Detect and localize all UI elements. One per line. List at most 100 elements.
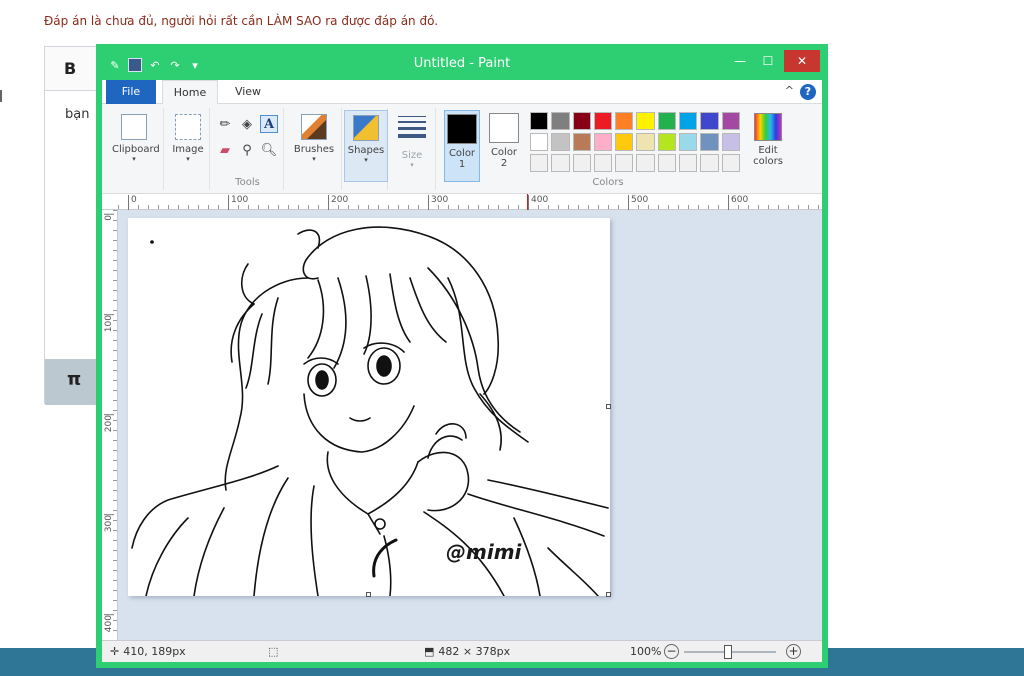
palette-swatch[interactable] xyxy=(700,154,719,172)
palette-swatch[interactable] xyxy=(572,154,591,172)
size-lines-icon xyxy=(398,116,426,142)
palette-swatch[interactable] xyxy=(636,133,655,151)
shapes-button[interactable]: Shapes ▾ xyxy=(344,110,388,182)
maximize-button[interactable]: ☐ xyxy=(754,50,782,72)
zoom-level: 100% xyxy=(630,645,662,658)
bold-button[interactable]: B xyxy=(64,59,76,78)
palette-swatch[interactable] xyxy=(593,112,613,130)
canvas-size-icon: ⬒ xyxy=(424,645,435,658)
ribbon: Clipboard ▾ Image ▾ ✏ ◈ A ▰ ⚲ 🔍︎ Tools B… xyxy=(102,104,822,194)
drawing-canvas[interactable]: @mimi xyxy=(128,218,611,597)
palette-swatch[interactable] xyxy=(551,112,570,130)
size-group: Size ▾ xyxy=(390,108,436,190)
color1-swatch xyxy=(447,114,477,144)
brush-icon xyxy=(301,114,327,140)
zoom-out-button[interactable]: − xyxy=(664,644,679,659)
screen: Đáp án là chưa đủ, người hỏi rất cần LÀM… xyxy=(0,0,1024,676)
fill-icon[interactable]: ◈ xyxy=(238,116,256,134)
palette-swatch[interactable] xyxy=(615,154,634,172)
palette-swatch[interactable] xyxy=(721,133,740,151)
sketch-drawing xyxy=(131,226,609,596)
palette-swatch[interactable] xyxy=(551,133,570,151)
close-button[interactable]: ✕ xyxy=(784,50,820,72)
palette-swatch[interactable] xyxy=(593,133,613,151)
palette-swatch[interactable] xyxy=(657,154,677,172)
ruler-v-label: 100 xyxy=(104,314,114,333)
palette-swatch[interactable] xyxy=(615,133,634,151)
watermark-text: @mimi xyxy=(446,540,522,564)
text-tool-icon[interactable]: A xyxy=(260,115,278,133)
ruler-h-label: 200 xyxy=(328,195,348,210)
tab-view[interactable]: View xyxy=(226,80,270,104)
resize-handle-corner[interactable] xyxy=(606,592,611,597)
shapes-group: Shapes ▾ xyxy=(344,108,388,190)
tab-file[interactable]: File xyxy=(106,80,156,104)
paint-window: ✎ ↶ ↷ ▾ Untitled - Paint — ☐ ✕ File Home… xyxy=(96,44,828,668)
chevron-down-icon: ▾ xyxy=(186,155,190,163)
help-icon[interactable]: ? xyxy=(800,84,816,100)
color2-button[interactable]: Color 2 xyxy=(486,110,522,182)
size-button[interactable]: Size ▾ xyxy=(390,110,434,182)
palette-swatch[interactable] xyxy=(572,112,591,130)
editor-text[interactable]: bạn xyxy=(65,107,89,122)
color1-button[interactable]: Color 1 xyxy=(444,110,480,182)
ruler-h-label: 100 xyxy=(228,195,248,210)
resize-handle-right[interactable] xyxy=(606,404,611,409)
chevron-down-icon: ▾ xyxy=(364,156,368,164)
palette-swatch[interactable] xyxy=(657,112,677,130)
palette-swatch[interactable] xyxy=(615,112,634,130)
palette-row xyxy=(530,112,740,130)
canvas-workspace: @mimi xyxy=(118,210,822,640)
ruler-h-label: 300 xyxy=(428,195,448,210)
eraser-icon[interactable]: ▰ xyxy=(216,142,234,160)
chevron-down-icon: ▾ xyxy=(132,155,136,163)
palette-swatch[interactable] xyxy=(530,154,549,172)
palette-swatch[interactable] xyxy=(700,112,719,130)
ruler-v-label: 200 xyxy=(104,414,114,433)
palette-swatch[interactable] xyxy=(530,133,549,151)
palette-row xyxy=(530,133,740,151)
colors-group: Color 1 Color 2 Edit colors Colors xyxy=(438,108,798,190)
shapes-icon xyxy=(353,115,379,141)
zoom-slider-thumb[interactable] xyxy=(724,645,732,659)
palette-swatch[interactable] xyxy=(572,133,591,151)
vertical-ruler: 0 100 200 300 400 xyxy=(102,210,118,640)
selection-size: ⬚ xyxy=(268,645,278,658)
zoom-slider[interactable] xyxy=(684,645,776,659)
palette-swatch[interactable] xyxy=(593,154,613,172)
forum-note: Đáp án là chưa đủ, người hỏi rất cần LÀM… xyxy=(44,14,439,28)
collapse-ribbon-icon[interactable]: ^ xyxy=(785,84,794,97)
palette-swatch[interactable] xyxy=(636,154,655,172)
palette-swatch[interactable] xyxy=(721,112,740,130)
palette-swatch[interactable] xyxy=(700,133,719,151)
clipboard-button[interactable]: Clipboard ▾ xyxy=(112,110,160,182)
color-picker-icon[interactable]: ⚲ xyxy=(238,142,256,160)
palette-swatch[interactable] xyxy=(721,154,740,172)
palette-swatch[interactable] xyxy=(679,133,698,151)
title-bar[interactable]: ✎ ↶ ↷ ▾ Untitled - Paint — ☐ ✕ xyxy=(102,50,822,80)
zoom-in-button[interactable]: + xyxy=(786,644,801,659)
editor-toolbar: B xyxy=(45,47,103,91)
palette-swatch[interactable] xyxy=(551,154,570,172)
edit-colors-button[interactable]: Edit colors xyxy=(750,110,786,167)
minimize-button[interactable]: — xyxy=(726,50,754,72)
rainbow-icon xyxy=(754,113,782,141)
pencil-icon[interactable]: ✏ xyxy=(216,116,234,134)
palette-swatch[interactable] xyxy=(636,112,655,130)
clipboard-icon xyxy=(121,114,147,140)
magnifier-icon[interactable]: 🔍︎ xyxy=(260,142,278,160)
palette-row xyxy=(530,154,740,172)
image-button[interactable]: Image ▾ xyxy=(166,110,210,182)
palette-swatch[interactable] xyxy=(657,133,677,151)
ruler-h-label: 400 xyxy=(528,195,548,210)
brushes-button[interactable]: Brushes ▾ xyxy=(292,110,336,182)
tab-home[interactable]: Home xyxy=(162,80,218,105)
tools-group-label: Tools xyxy=(235,177,260,188)
ruler-h-label: 600 xyxy=(728,195,748,210)
pi-button[interactable]: π xyxy=(67,369,81,390)
palette-swatch[interactable] xyxy=(679,112,698,130)
palette-swatch[interactable] xyxy=(530,112,549,130)
resize-handle-bottom[interactable] xyxy=(366,592,371,597)
ribbon-tabs: File Home View ^ ? xyxy=(102,80,822,105)
palette-swatch[interactable] xyxy=(679,154,698,172)
